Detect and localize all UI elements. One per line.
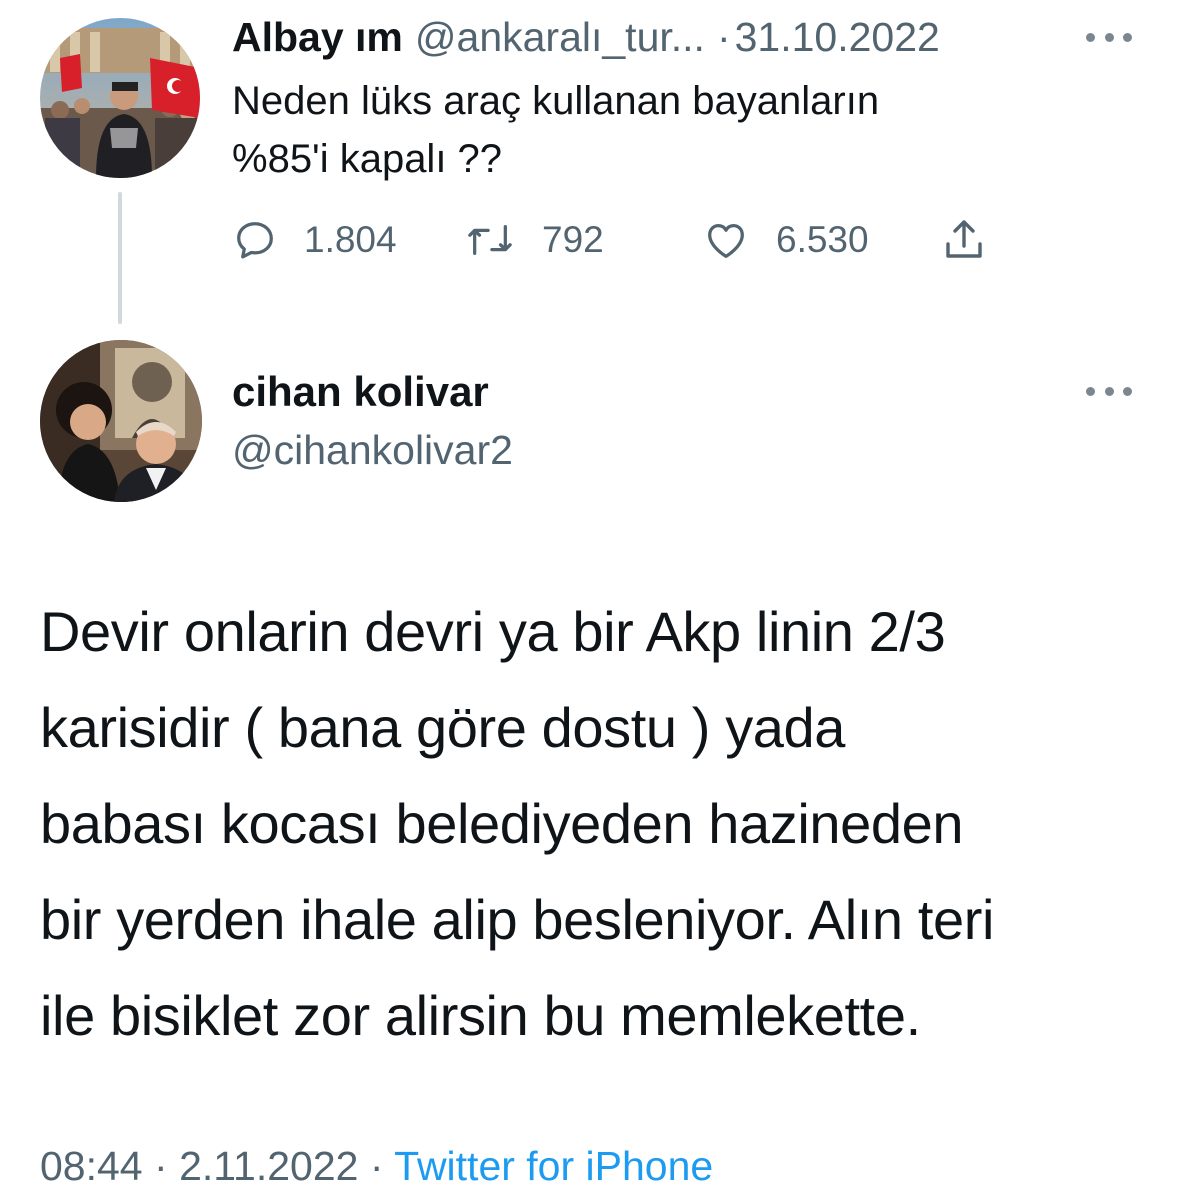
- thread-connector-line: [118, 192, 122, 324]
- like-button[interactable]: 6.530: [702, 214, 869, 266]
- like-count: 6.530: [776, 219, 869, 260]
- reply-text-line: bir yerden ihale alip besleniyor. Alın t…: [40, 888, 995, 951]
- reply-text-line: karisidir ( bana göre dostu ) yada: [40, 696, 846, 759]
- reply-more-icon[interactable]: [1086, 384, 1132, 398]
- tweet-date[interactable]: 2.11.2022: [179, 1143, 358, 1189]
- parent-handle[interactable]: @ankaralı_tur...: [415, 12, 705, 62]
- share-icon: [946, 220, 982, 258]
- retweet-button[interactable]: 792: [464, 214, 604, 266]
- heart-icon: [708, 223, 744, 258]
- parent-text-line: Neden lüks araç kullanan bayanların: [232, 79, 880, 123]
- parent-display-name[interactable]: Albay ım: [232, 12, 403, 62]
- parent-tweet-text: Neden lüks araç kullanan bayanların %85'i…: [232, 72, 1112, 188]
- tweet-time[interactable]: 08:44: [40, 1143, 143, 1189]
- tweet-source-link[interactable]: Twitter for iPhone: [394, 1143, 713, 1189]
- reply-display-name[interactable]: cihan kolivar: [232, 366, 489, 418]
- retweet-count: 792: [542, 219, 604, 260]
- reply-avatar[interactable]: [40, 340, 202, 502]
- parent-action-bar: 1.804 792 6.530: [232, 214, 1032, 266]
- parent-more-icon[interactable]: [1086, 30, 1132, 44]
- parent-avatar[interactable]: [40, 18, 200, 178]
- parent-text-line: %85'i kapalı ??: [232, 137, 503, 181]
- meta-separator: ·: [369, 1143, 384, 1189]
- parent-tweet-header: Albay ım @ankaralı_tur... · 31.10.2022: [232, 12, 1132, 62]
- retweet-icon: [468, 224, 512, 256]
- reply-text-line: Devir onlarin devri ya bir Akp linin 2/3: [40, 600, 946, 663]
- meta-separator: ·: [154, 1143, 168, 1189]
- reply-icon: [237, 222, 273, 259]
- reply-handle[interactable]: @cihankolivar2: [232, 424, 513, 476]
- reply-tweet-text: Devir onlarin devri ya bir Akp linin 2/3…: [40, 584, 1160, 1064]
- parent-date-separator: ·: [716, 14, 731, 60]
- reply-avatar-photo: [40, 340, 202, 502]
- reply-button[interactable]: 1.804: [232, 214, 397, 266]
- reply-count: 1.804: [304, 219, 397, 260]
- parent-date[interactable]: 31.10.2022: [735, 12, 940, 62]
- tweet-metadata: 08:44 · 2.11.2022 · Twitter for iPhone: [40, 1140, 713, 1192]
- reply-text-line: babası kocası belediyeden hazineden: [40, 792, 964, 855]
- share-button[interactable]: [940, 214, 988, 266]
- reply-text-line: ile bisiklet zor alirsin bu memlekette.: [40, 984, 921, 1047]
- parent-avatar-photo: [40, 18, 200, 178]
